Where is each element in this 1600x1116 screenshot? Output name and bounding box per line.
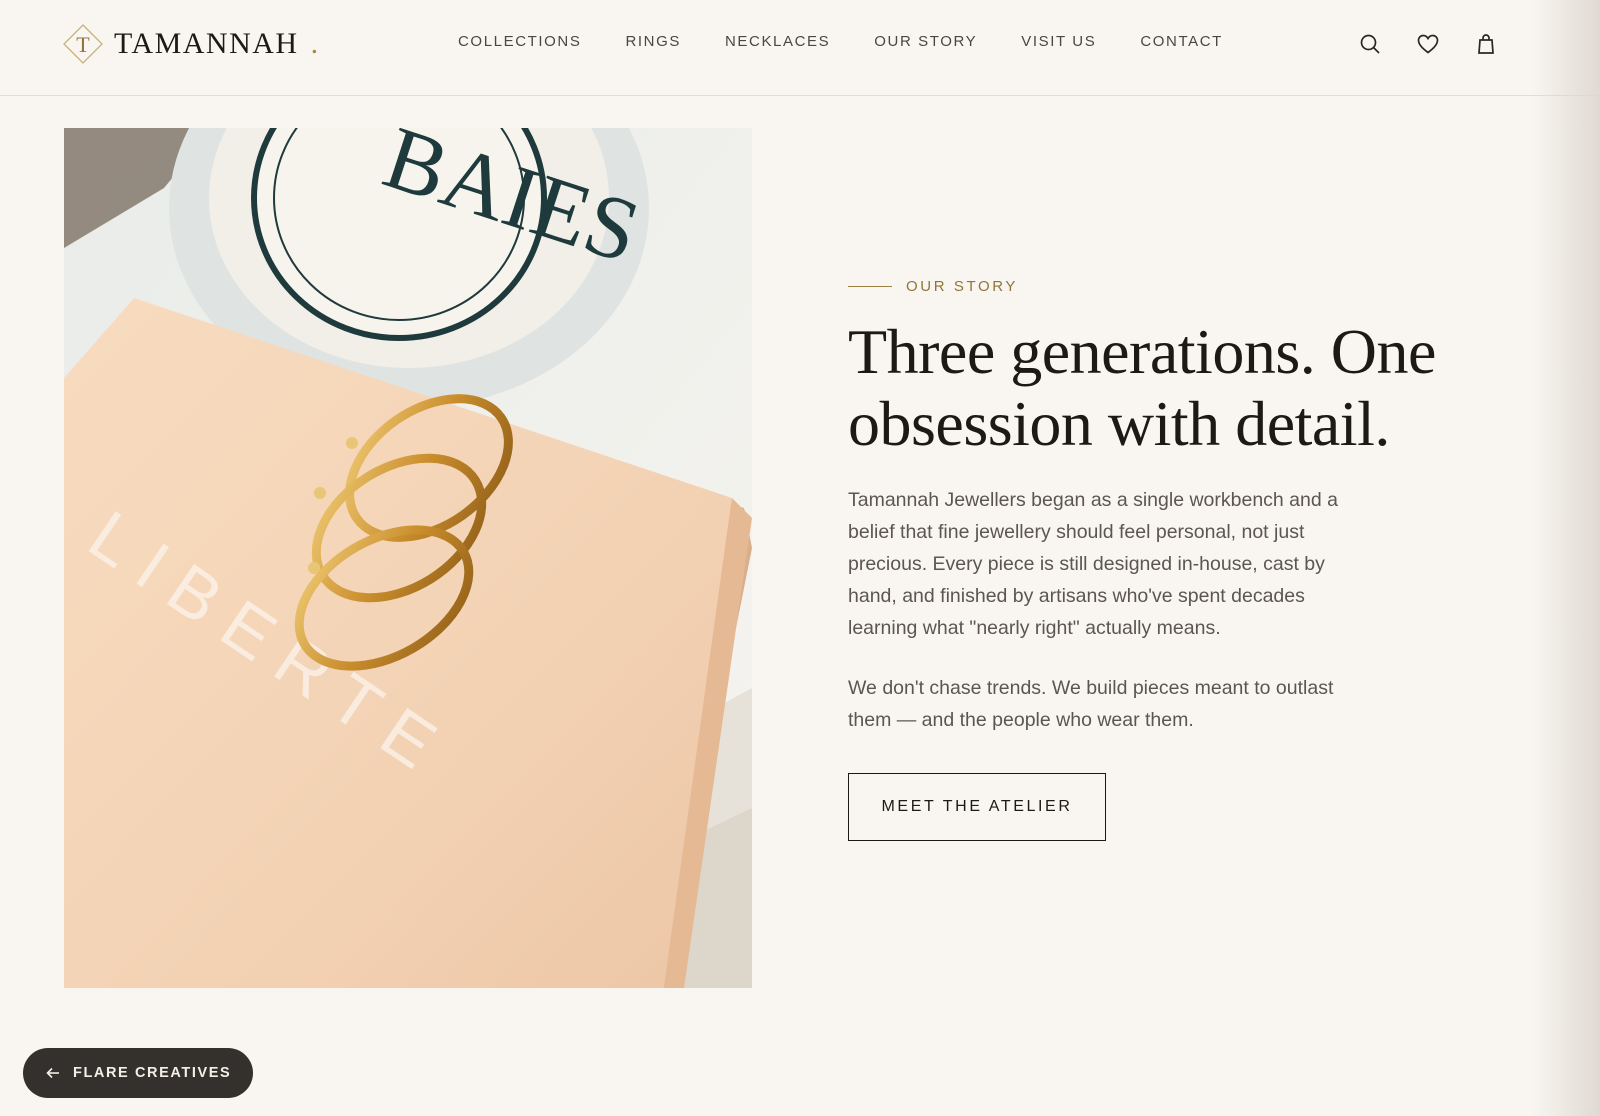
nav-necklaces[interactable]: NECKLACES — [725, 32, 830, 52]
edge-shadow — [1530, 0, 1600, 1116]
headline-line-1: Three generations. One — [848, 316, 1436, 387]
rings-on-box-photo: BAIES LIBERTE — [64, 128, 752, 988]
nav-collections[interactable]: COLLECTIONS — [458, 32, 581, 52]
main-nav: COLLECTIONS RINGS NECKLACES OUR STORY VI… — [458, 32, 1267, 52]
story-paragraph-2: We don't chase trends. We build pieces m… — [848, 677, 1334, 731]
heart-icon[interactable] — [1416, 32, 1440, 56]
eyebrow-label: OUR STORY — [906, 278, 1019, 295]
site-header: T TAMANNAH . COLLECTIONS RINGS NECKLACES… — [0, 0, 1600, 96]
nav-our-story[interactable]: OUR STORY — [874, 32, 977, 52]
bag-icon[interactable] — [1474, 32, 1498, 56]
header-actions — [1358, 32, 1498, 56]
story-headline: Three generations. One obsession with de… — [848, 316, 1488, 460]
flare-creatives-badge[interactable]: FLARE CREATIVES — [23, 1048, 254, 1098]
brand-logo[interactable]: T TAMANNAH . — [62, 24, 318, 64]
hero-photo: BAIES LIBERTE — [64, 128, 752, 988]
nav-contact[interactable]: CONTACT — [1140, 32, 1223, 52]
headline-line-2: obsession with detail. — [848, 388, 1390, 459]
search-icon[interactable] — [1358, 32, 1382, 56]
brand-name: TAMANNAH — [114, 27, 299, 60]
section-eyebrow: OUR STORY — [848, 278, 1018, 295]
story-paragraph-1: Tamannah Jewellers began as a single wor… — [848, 489, 1338, 639]
logo-mark-icon: T — [63, 24, 103, 64]
eyebrow-rule — [848, 285, 892, 288]
nav-visit-us[interactable]: VISIT US — [1021, 32, 1096, 52]
badge-label: FLARE CREATIVES — [73, 1065, 232, 1081]
brand-dot: . — [310, 27, 319, 60]
arrow-left-icon — [46, 1067, 59, 1079]
meet-the-atelier-button[interactable]: MEET THE ATELIER — [848, 773, 1106, 841]
nav-rings[interactable]: RINGS — [625, 32, 681, 52]
svg-text:T: T — [76, 32, 90, 57]
